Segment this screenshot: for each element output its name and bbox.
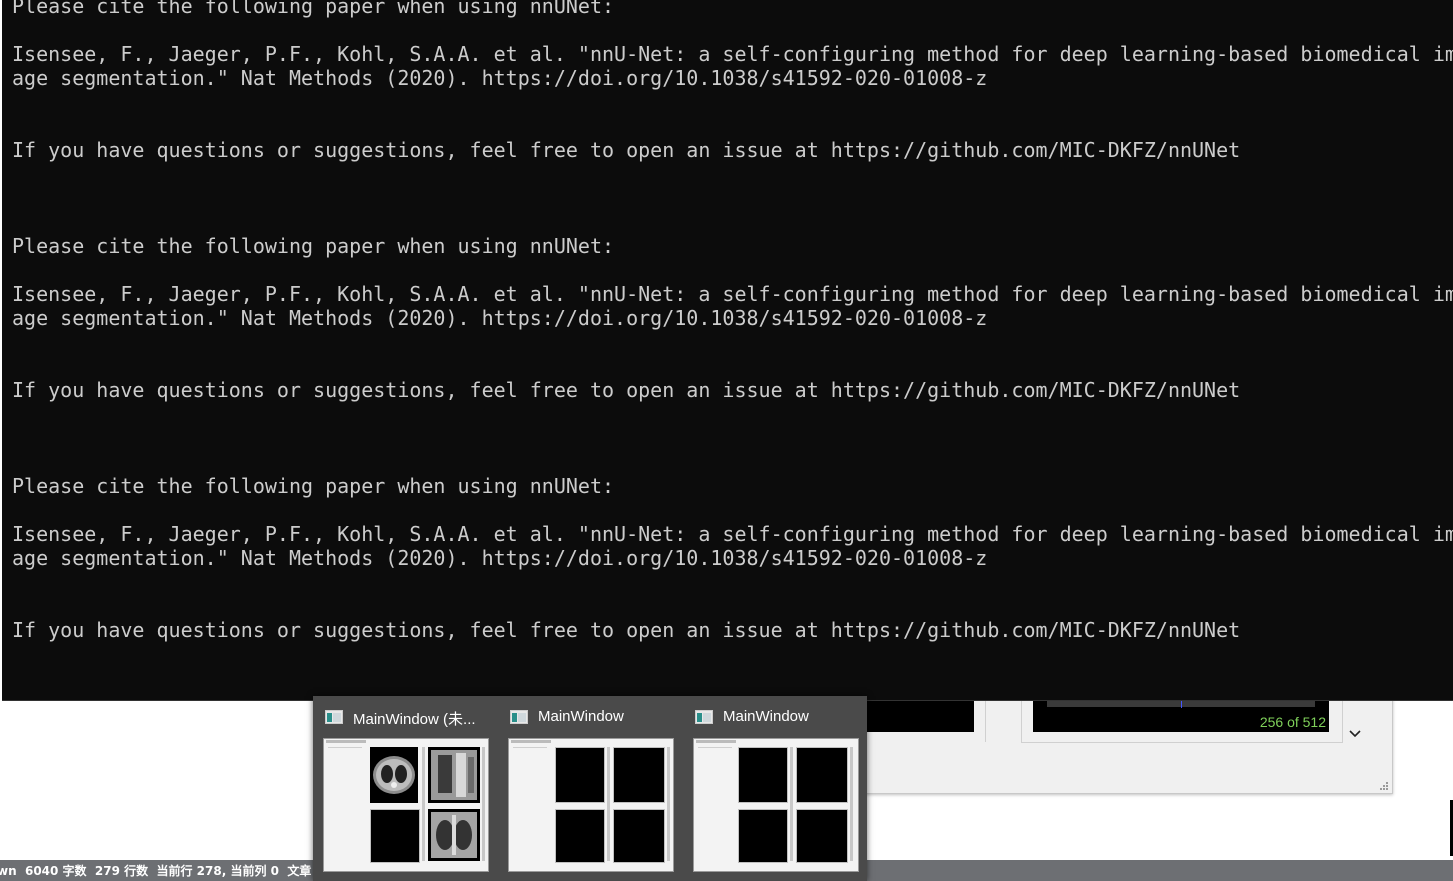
window-thumbnail-2[interactable]: MainWindow xyxy=(498,696,683,881)
chevron-down-icon[interactable] xyxy=(1348,727,1362,741)
console-line: If you have questions or suggestions, fe… xyxy=(12,378,1241,402)
app-window-icon xyxy=(325,710,343,724)
viewer-pane-left xyxy=(866,700,974,732)
viewer-pane xyxy=(555,809,605,863)
viewer-pane xyxy=(613,747,665,803)
viewer-pane xyxy=(796,809,848,863)
viewer-pane xyxy=(555,747,605,803)
thumbnail-title: MainWindow xyxy=(538,708,624,725)
console-line: Isensee, F., Jaeger, P.F., Kohl, S.A.A. … xyxy=(12,282,1453,306)
console-line: Please cite the following paper when usi… xyxy=(12,474,615,498)
mini-menubar xyxy=(696,740,736,743)
console-line: age segmentation." Nat Methods (2020). h… xyxy=(12,546,988,570)
slice-counter: 256 of 512 xyxy=(1259,714,1326,730)
mini-controls xyxy=(698,747,732,768)
ct-sagittal-image xyxy=(428,747,480,803)
viewer-pane xyxy=(738,747,788,803)
mini-menubar xyxy=(511,740,551,743)
viewer-pane xyxy=(738,809,788,863)
terminal-console[interactable]: Please cite the following paper when usi… xyxy=(2,0,1453,701)
window-preview xyxy=(323,738,489,872)
window-preview xyxy=(693,738,859,872)
crosshair-line xyxy=(1181,701,1182,708)
mini-scrollbar xyxy=(607,747,610,861)
console-line: Please cite the following paper when usi… xyxy=(12,0,615,18)
console-line: Isensee, F., Jaeger, P.F., Kohl, S.A.A. … xyxy=(12,42,1453,66)
taskbar-thumbnail-popup: MainWindow (未... MainWindow MainWindow xyxy=(313,696,867,881)
viewer-pane xyxy=(796,747,848,803)
viewer-pane xyxy=(370,809,420,863)
console-line: Please cite the following paper when usi… xyxy=(12,234,615,258)
thumbnail-title: MainWindow xyxy=(723,708,809,725)
window-thumbnail-3[interactable]: MainWindow xyxy=(683,696,868,881)
mini-scrollbar xyxy=(790,747,793,861)
thumbnail-title: MainWindow (未... xyxy=(353,711,476,728)
mini-scrollbar xyxy=(422,747,425,861)
console-line: If you have questions or suggestions, fe… xyxy=(12,138,1241,162)
viewer-pane xyxy=(613,809,665,863)
app-window-icon xyxy=(695,710,713,724)
app-window-icon xyxy=(510,710,528,724)
ct-axial-image xyxy=(370,747,418,803)
console-line: Isensee, F., Jaeger, P.F., Kohl, S.A.A. … xyxy=(12,522,1453,546)
mini-scrollbar xyxy=(850,747,853,861)
mini-menubar xyxy=(326,740,366,743)
mini-controls xyxy=(328,747,362,768)
console-line: age segmentation." Nat Methods (2020). h… xyxy=(12,306,988,330)
status-bar-text: wn 6040 字数 279 行数 当前行 278, 当前列 0 文章 xyxy=(0,864,312,878)
window-thumbnail-1[interactable]: MainWindow (未... xyxy=(313,696,498,881)
console-line: If you have questions or suggestions, fe… xyxy=(12,618,1241,642)
mini-scrollbar xyxy=(667,747,670,861)
console-line: age segmentation." Nat Methods (2020). h… xyxy=(12,66,988,90)
ct-coronal-image xyxy=(428,809,480,861)
window-preview xyxy=(508,738,674,872)
mini-controls xyxy=(513,747,547,768)
resize-grip-icon[interactable] xyxy=(1378,780,1388,790)
pane-divider xyxy=(985,700,986,742)
mini-scrollbar xyxy=(482,747,485,861)
